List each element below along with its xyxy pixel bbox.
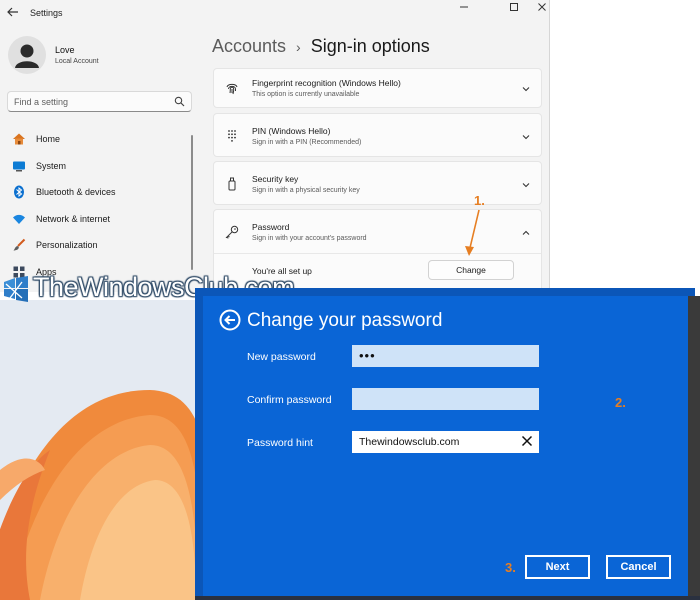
step-3-marker: 3.	[505, 560, 516, 575]
clear-text-icon[interactable]	[521, 435, 533, 447]
next-button[interactable]: Next	[525, 555, 590, 579]
new-password-label: New password	[247, 351, 316, 363]
step-2-marker: 2.	[615, 395, 626, 410]
password-hint-value: Thewindowsclub.com	[359, 436, 460, 448]
cancel-button[interactable]: Cancel	[606, 555, 671, 579]
new-password-field[interactable]: •••	[352, 345, 539, 367]
step-1-arrow	[465, 209, 480, 256]
password-hint-field[interactable]: Thewindowsclub.com	[352, 431, 539, 453]
confirm-password-label: Confirm password	[247, 394, 332, 406]
back-circle-arrow-icon[interactable]	[219, 309, 241, 331]
watermark-logo-icon	[4, 276, 28, 302]
password-hint-label: Password hint	[247, 437, 313, 449]
background-strip	[688, 296, 700, 600]
dialog-title: Change your password	[247, 310, 443, 331]
confirm-password-field[interactable]	[352, 388, 539, 410]
new-password-value: •••	[359, 348, 376, 363]
background-strip	[195, 596, 700, 600]
